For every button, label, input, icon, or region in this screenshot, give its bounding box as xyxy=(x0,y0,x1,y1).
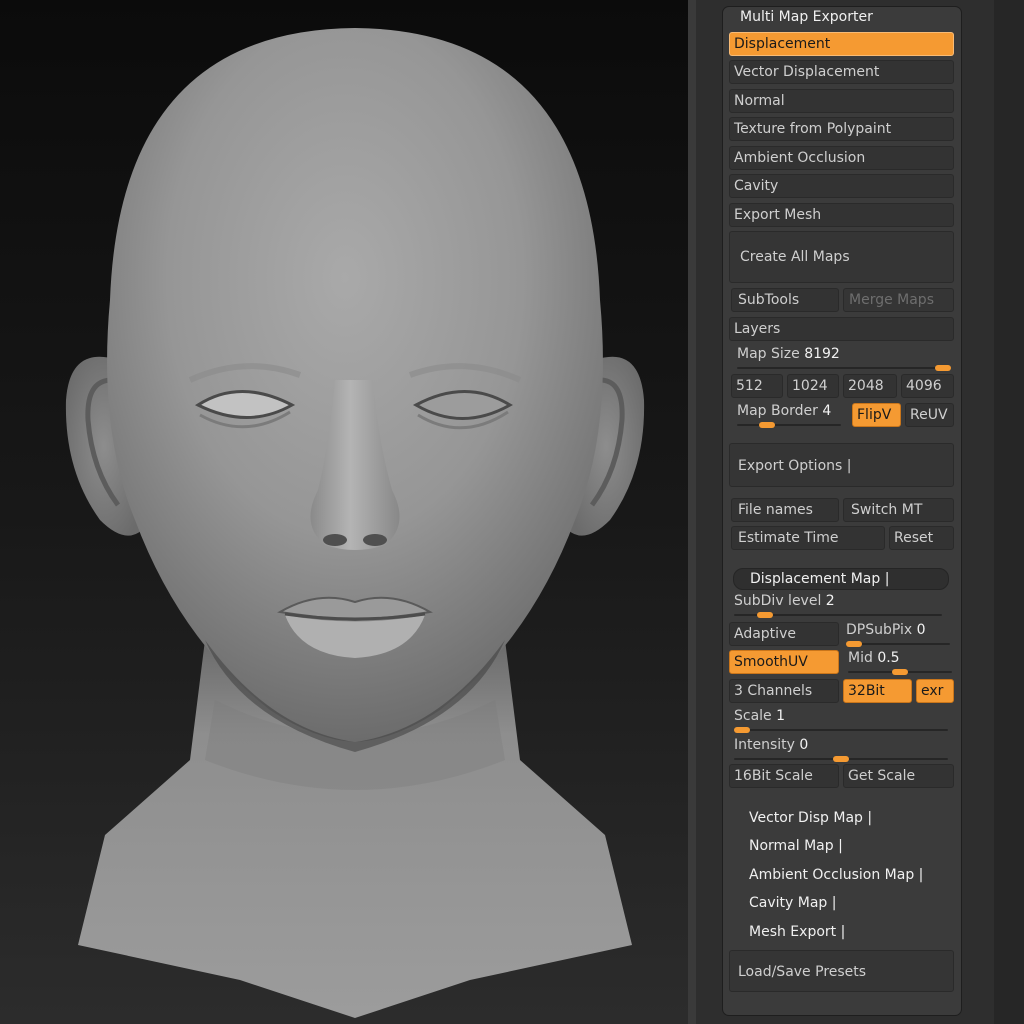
dpsubpix-label: DPSubPix xyxy=(846,622,913,638)
map-border-label: Map Border xyxy=(737,403,818,419)
subtools-button[interactable]: SubTools xyxy=(731,288,839,312)
scale-label: Scale xyxy=(734,708,772,724)
scale-slider[interactable]: Scale 1 xyxy=(734,708,952,734)
subdiv-level-knob[interactable] xyxy=(757,612,773,618)
subdiv-level-value: 2 xyxy=(825,593,835,609)
get-scale-button[interactable]: Get Scale xyxy=(843,764,954,788)
ambient-occlusion-map-section[interactable]: Ambient Occlusion Map | xyxy=(749,867,923,883)
map-size-value: 8192 xyxy=(804,346,840,362)
panel-scroll-strip[interactable] xyxy=(994,0,1024,1024)
scale-value: 1 xyxy=(776,708,786,724)
normal-map-section[interactable]: Normal Map | xyxy=(749,838,843,854)
map-border-track[interactable] xyxy=(737,424,841,426)
load-save-presets-button[interactable]: Load/Save Presets xyxy=(729,950,954,992)
size-4096-button[interactable]: 4096 xyxy=(901,374,954,398)
exr-toggle[interactable]: exr xyxy=(916,679,954,703)
16bit-scale-button[interactable]: 16Bit Scale xyxy=(729,764,839,788)
layers-button[interactable]: Layers xyxy=(729,317,954,341)
mid-value: 0.5 xyxy=(877,650,900,666)
dpsubpix-slider[interactable]: DPSubPix 0 xyxy=(846,622,952,648)
adaptive-button[interactable]: Adaptive xyxy=(729,622,839,646)
displacement-map-section[interactable]: Displacement Map | xyxy=(733,568,949,590)
switch-mt-button[interactable]: Switch MT xyxy=(843,498,954,522)
mid-slider[interactable]: Mid 0.5 xyxy=(848,650,952,676)
map-border-value: 4 xyxy=(822,403,832,419)
map-size-label: Map Size xyxy=(737,346,800,362)
flipv-toggle[interactable]: FlipV xyxy=(852,403,901,427)
dpsubpix-knob[interactable] xyxy=(846,641,862,647)
map-size-knob[interactable] xyxy=(935,365,951,371)
cavity-map-section[interactable]: Cavity Map | xyxy=(749,895,836,911)
smoothuv-toggle[interactable]: SmoothUV xyxy=(729,650,839,674)
subdiv-level-slider[interactable]: SubDiv level 2 xyxy=(734,593,946,619)
map-size-slider[interactable]: Map Size 8192 xyxy=(737,346,955,372)
intensity-label: Intensity xyxy=(734,737,795,753)
map-border-slider[interactable]: Map Border 4 xyxy=(737,403,847,429)
file-names-button[interactable]: File names xyxy=(731,498,839,522)
map-displacement-button[interactable]: Displacement xyxy=(729,32,954,56)
map-normal-button[interactable]: Normal xyxy=(729,89,954,113)
map-cavity-button[interactable]: Cavity xyxy=(729,174,954,198)
scale-knob[interactable] xyxy=(734,727,750,733)
map-size-track[interactable] xyxy=(737,367,951,369)
map-export-mesh-button[interactable]: Export Mesh xyxy=(729,203,954,227)
mesh-export-section[interactable]: Mesh Export | xyxy=(749,924,845,940)
map-border-knob[interactable] xyxy=(759,422,775,428)
32bit-toggle[interactable]: 32Bit xyxy=(843,679,912,703)
head-sculpt xyxy=(65,28,645,1018)
estimate-time-button[interactable]: Estimate Time xyxy=(731,526,885,550)
create-all-maps-button[interactable]: Create All Maps xyxy=(729,231,954,283)
intensity-knob[interactable] xyxy=(833,756,849,762)
map-texture-polypaint-button[interactable]: Texture from Polypaint xyxy=(729,117,954,141)
subdiv-level-label: SubDiv level xyxy=(734,593,822,609)
panel-divider[interactable] xyxy=(688,0,696,1024)
mid-knob[interactable] xyxy=(892,669,908,675)
export-options-section[interactable]: Export Options | xyxy=(729,443,954,487)
3-channels-button[interactable]: 3 Channels xyxy=(729,679,839,703)
reuv-toggle[interactable]: ReUV xyxy=(905,403,954,427)
size-2048-button[interactable]: 2048 xyxy=(843,374,897,398)
vector-disp-map-section[interactable]: Vector Disp Map | xyxy=(749,810,872,826)
size-512-button[interactable]: 512 xyxy=(731,374,783,398)
map-ambient-occlusion-button[interactable]: Ambient Occlusion xyxy=(729,146,954,170)
intensity-slider[interactable]: Intensity 0 xyxy=(734,737,952,763)
map-vector-displacement-button[interactable]: Vector Displacement xyxy=(729,60,954,84)
merge-maps-button: Merge Maps xyxy=(843,288,954,312)
size-1024-button[interactable]: 1024 xyxy=(787,374,839,398)
palette-title[interactable]: Multi Map Exporter xyxy=(740,9,873,25)
scale-track[interactable] xyxy=(734,729,948,731)
viewport-canvas[interactable] xyxy=(0,0,688,1024)
intensity-value: 0 xyxy=(799,737,809,753)
reset-button[interactable]: Reset xyxy=(889,526,954,550)
dpsubpix-value: 0 xyxy=(916,622,926,638)
mid-label: Mid xyxy=(848,650,873,666)
